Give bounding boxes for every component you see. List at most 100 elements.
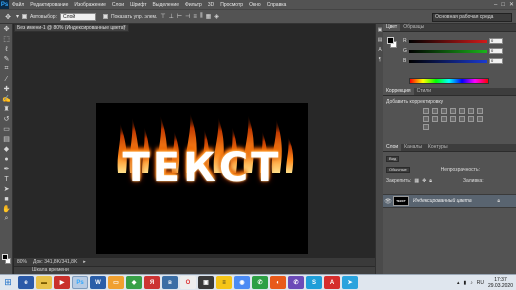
menu-3d[interactable]: 3D <box>205 2 217 8</box>
tab-adjustments[interactable]: Коррекция <box>383 88 414 95</box>
eraser-tool-icon[interactable]: ▭ <box>0 124 13 134</box>
media-player-icon[interactable]: ▶ <box>54 276 70 289</box>
distribute-icon[interactable]: ≡ <box>193 14 197 20</box>
zoom-tool-icon[interactable]: ⌕ <box>0 214 13 224</box>
word-icon[interactable]: W <box>90 276 106 289</box>
close-document-icon[interactable]: × <box>123 24 126 30</box>
viber-icon[interactable]: ✆ <box>288 276 304 289</box>
crop-tool-icon[interactable]: ⌗ <box>0 64 13 74</box>
ie-browser-icon[interactable]: e <box>18 276 34 289</box>
tab-color[interactable]: Цвет <box>383 24 401 31</box>
align-top-icon[interactable]: ⊤ <box>160 13 165 20</box>
3d-mode-icon[interactable]: ◈ <box>214 13 219 20</box>
dodge-tool-icon[interactable]: ● <box>0 154 13 164</box>
pdf-reader-icon[interactable]: A <box>324 276 340 289</box>
menu-select[interactable]: Выделение <box>150 2 183 8</box>
menu-help[interactable]: Справка <box>264 2 290 8</box>
app-icon-green[interactable]: ◆ <box>126 276 142 289</box>
color-spectrum[interactable] <box>409 78 489 84</box>
bw-adjust-icon[interactable] <box>423 116 429 122</box>
gradient-tool-icon[interactable]: ▤ <box>0 134 13 144</box>
path-select-tool-icon[interactable]: ➤ <box>0 184 13 194</box>
status-menu-chevron-icon[interactable]: ▸ <box>83 259 86 265</box>
blue-slider[interactable] <box>409 59 487 63</box>
hue-adjust-icon[interactable] <box>468 108 474 114</box>
tab-styles[interactable]: Стили <box>414 88 434 95</box>
arrange-icon[interactable]: ▦ <box>206 13 212 20</box>
move-tool-icon[interactable]: ✥ <box>3 12 13 22</box>
menu-edit[interactable]: Редактирование <box>27 2 71 8</box>
levels-adjust-icon[interactable] <box>432 108 438 114</box>
document-canvas[interactable]: ТЕКСТ <box>96 103 308 254</box>
show-controls-checkbox[interactable] <box>102 14 108 19</box>
folder-icon[interactable]: ▭ <box>108 276 124 289</box>
network-icon[interactable]: ▮ <box>463 280 466 286</box>
red-value[interactable]: 0 <box>489 38 503 44</box>
red-slider[interactable] <box>409 39 487 43</box>
vibrance-adjust-icon[interactable] <box>459 108 465 114</box>
blend-mode-dropdown[interactable]: Обычные <box>386 166 410 173</box>
yandex-icon[interactable]: Я <box>144 276 160 289</box>
tray-arrow-icon[interactable]: ▴ <box>457 280 460 286</box>
document-tab[interactable]: Без имени-1 @ 80% (Индексированные цвета… <box>14 24 129 32</box>
notes-icon[interactable]: ≡ <box>216 276 232 289</box>
terminal-icon[interactable]: ▣ <box>198 276 214 289</box>
lock-all-icon[interactable]: 🔒︎ <box>429 178 432 184</box>
brush-tool-icon[interactable]: ✍ <box>0 94 13 104</box>
align-middle-icon[interactable]: ⊥ <box>169 13 174 20</box>
type-tool-icon[interactable]: T <box>0 174 13 184</box>
green-value[interactable]: 0 <box>489 48 503 54</box>
color-balance-adjust-icon[interactable] <box>477 108 483 114</box>
tab-paths[interactable]: Контуры <box>425 144 451 151</box>
history-brush-tool-icon[interactable]: ↺ <box>0 114 13 124</box>
menu-file[interactable]: Файл <box>9 2 27 8</box>
move-tool-icon[interactable]: ✥ <box>0 24 13 34</box>
selective-color-adjust-icon[interactable] <box>423 124 429 130</box>
menu-view[interactable]: Просмотр <box>217 2 246 8</box>
brightness-adjust-icon[interactable] <box>423 108 429 114</box>
distribute-horizontal-icon[interactable]: ⫼ <box>200 13 203 20</box>
curves-adjust-icon[interactable] <box>441 108 447 114</box>
exposure-adjust-icon[interactable] <box>450 108 456 114</box>
autoselect-dropdown[interactable]: Слой <box>59 12 96 21</box>
minimize-button[interactable]: – <box>494 2 497 8</box>
timeline-panel-tab[interactable]: Шкала времени <box>14 266 375 274</box>
autoselect-checkbox[interactable] <box>22 14 28 19</box>
lock-move-icon[interactable]: ✥ <box>422 178 426 184</box>
align-left-icon[interactable]: ⊢ <box>177 13 182 20</box>
hand-tool-icon[interactable]: ✋ <box>0 204 13 214</box>
menu-window[interactable]: Окно <box>246 2 264 8</box>
blue-value[interactable]: 0 <box>489 58 503 64</box>
close-button[interactable]: ✕ <box>509 1 514 8</box>
healing-brush-tool-icon[interactable]: ✚ <box>0 84 13 94</box>
blur-tool-icon[interactable]: ◆ <box>0 144 13 154</box>
shape-tool-icon[interactable]: ■ <box>0 194 13 204</box>
opera-icon[interactable]: O <box>180 276 196 289</box>
zoom-level[interactable]: 80% <box>17 259 27 265</box>
photo-filter-adjust-icon[interactable] <box>432 116 438 122</box>
invert-adjust-icon[interactable] <box>450 116 456 122</box>
telegram-icon[interactable]: ➤ <box>342 276 358 289</box>
menu-type[interactable]: Шрифт <box>127 2 149 8</box>
clone-stamp-tool-icon[interactable]: ♜ <box>0 104 13 114</box>
tab-channels[interactable]: Каналы <box>401 144 425 151</box>
layer-name[interactable]: Индексированный цвета <box>413 198 472 204</box>
start-button-icon[interactable]: ⊞ <box>0 276 16 290</box>
workspace-dropdown[interactable]: Основная рабочая среда <box>432 13 512 22</box>
firefox-icon[interactable]: ◐ <box>270 276 286 289</box>
gradient-map-adjust-icon[interactable] <box>477 116 483 122</box>
visibility-eye-icon[interactable]: 👁︎ <box>383 198 393 205</box>
threshold-adjust-icon[interactable] <box>468 116 474 122</box>
language-indicator[interactable]: RU <box>477 280 484 286</box>
marquee-tool-icon[interactable]: ⬚ <box>0 34 13 44</box>
clock[interactable]: 17:37 29.03.2020 <box>488 277 513 289</box>
posterize-adjust-icon[interactable] <box>459 116 465 122</box>
align-center-icon[interactable]: ⊣ <box>185 13 190 20</box>
chrome-icon[interactable]: ◉ <box>234 276 250 289</box>
photoshop-taskbar-icon[interactable]: Ps <box>72 276 88 289</box>
file-explorer-icon[interactable]: ▬ <box>36 276 52 289</box>
foreground-color-swatch[interactable] <box>2 254 8 260</box>
layer-row[interactable]: 👁︎ ТЕКСТ Индексированный цвета 🔒︎ <box>383 194 516 208</box>
quick-select-tool-icon[interactable]: ✎ <box>0 54 13 64</box>
green-slider[interactable] <box>409 49 487 53</box>
